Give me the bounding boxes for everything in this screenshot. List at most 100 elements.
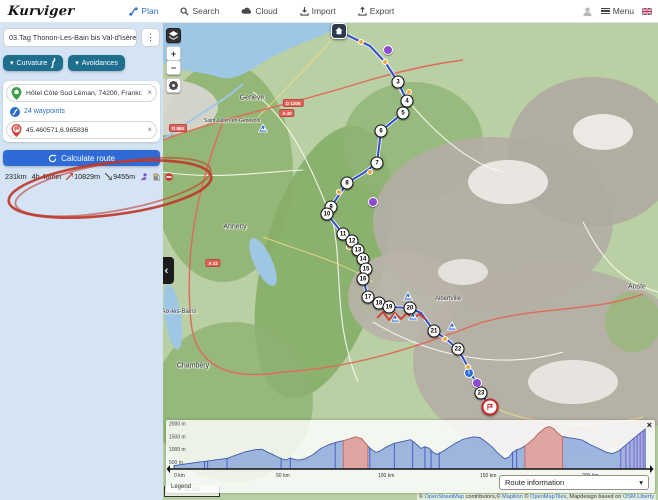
- nav-import-label: Import: [312, 6, 336, 16]
- collapse-panel-button[interactable]: ‹: [163, 257, 174, 284]
- route-information-value: Route information: [505, 478, 564, 487]
- svg-text:1000 m: 1000 m: [169, 447, 186, 453]
- shaping-point-marker[interactable]: [358, 39, 364, 45]
- pass-warning-icon[interactable]: [403, 292, 413, 301]
- calculate-route-button[interactable]: Calculate route: [3, 150, 160, 166]
- nav-search-label: Search: [192, 6, 219, 16]
- map-city-label: Chambéry: [177, 363, 209, 370]
- nav-cloud[interactable]: Cloud: [241, 6, 277, 16]
- shaping-point-marker[interactable]: [465, 364, 471, 370]
- numbered-waypoint-marker[interactable]: 19: [383, 301, 396, 314]
- start-waypoint-field[interactable]: Hôtel Côté Sud Léman, 74200, Frankr... ×: [6, 84, 157, 102]
- route-options-button[interactable]: ⋮: [141, 28, 160, 47]
- attribution-link[interactable]: Mapilion: [502, 494, 523, 500]
- search-icon: [180, 7, 189, 16]
- poi-pin-icon[interactable]: [383, 45, 393, 55]
- svg-text:150 km: 150 km: [480, 473, 496, 479]
- svg-text:50 km: 50 km: [276, 473, 290, 479]
- menu-button[interactable]: Menu: [601, 6, 634, 16]
- avoidances-button[interactable]: ▾ Avoidances: [68, 55, 125, 71]
- zoom-in-button[interactable]: +: [166, 46, 181, 61]
- pass-warning-icon[interactable]: [390, 314, 400, 323]
- start-waypoint-value: Hôtel Côté Sud Léman, 74200, Frankr...: [26, 90, 143, 97]
- close-icon[interactable]: ×: [647, 420, 652, 430]
- nav-plan[interactable]: Plan: [129, 6, 158, 16]
- map-city-label: Aoste: [628, 284, 646, 291]
- attribution-text: contributors,©: [464, 494, 502, 500]
- numbered-waypoint-marker[interactable]: 5: [397, 107, 410, 120]
- shaping-point-marker[interactable]: [442, 336, 448, 342]
- numbered-waypoint-marker[interactable]: 21: [428, 325, 441, 338]
- duration-value: 4h 48min: [32, 172, 62, 181]
- ascent-arrow-icon: [66, 173, 73, 180]
- start-home-pin-icon: [11, 87, 22, 100]
- end-marker[interactable]: [482, 399, 499, 416]
- poi-pin-icon[interactable]: [368, 197, 378, 207]
- numbered-waypoint-marker[interactable]: 3: [392, 76, 405, 89]
- waypoints-route-icon: [10, 107, 20, 117]
- layers-button[interactable]: [166, 28, 181, 43]
- numbered-waypoint-marker[interactable]: 10: [321, 208, 334, 221]
- curvature-button[interactable]: ▾ Curvature: [3, 55, 63, 71]
- svg-text:500 m: 500 m: [169, 460, 183, 466]
- waypoints-card: Hôtel Côté Sud Léman, 74200, Frankr... ×…: [3, 81, 160, 142]
- start-marker[interactable]: [331, 23, 347, 39]
- export-icon: [358, 7, 367, 16]
- elevation-profile-panel[interactable]: 0 km50 km100 km150 km200 km500 m1000 m15…: [166, 420, 655, 493]
- shaping-point-marker[interactable]: [367, 169, 373, 175]
- route-icon: [129, 7, 138, 16]
- collapsed-waypoints-row[interactable]: 24 waypoints: [6, 102, 157, 121]
- pass-warning-icon[interactable]: [447, 322, 457, 331]
- home-icon: [335, 27, 343, 35]
- avoidances-label: Avoidances: [82, 60, 118, 67]
- attribution-link[interactable]: OSM Liberty: [623, 494, 654, 500]
- attribution-link[interactable]: OpenMapTiles: [530, 494, 566, 500]
- calculate-route-label: Calculate route: [61, 154, 115, 163]
- shaping-point-marker[interactable]: [336, 189, 342, 195]
- end-waypoint-field[interactable]: 45.460571,6.965836 ×: [6, 121, 157, 139]
- numbered-waypoint-marker[interactable]: 6: [375, 125, 388, 138]
- road-shield: D 1206: [283, 99, 304, 107]
- nav-export[interactable]: Export: [358, 6, 395, 16]
- end-waypoint-value: 45.460571,6.965836: [26, 127, 143, 134]
- svg-text:2000 m: 2000 m: [169, 422, 186, 428]
- nav-search[interactable]: Search: [180, 6, 219, 16]
- nav-menu: Plan Search Cloud Import Export: [129, 6, 394, 16]
- nav-plan-label: Plan: [141, 6, 158, 16]
- route-stats: 231km 4h 48min 10829m 9455m: [5, 172, 160, 181]
- user-avatar-icon[interactable]: [582, 6, 593, 17]
- descent-arrow-icon: [105, 173, 112, 180]
- chevron-down-icon: ▾: [10, 59, 14, 67]
- pass-warning-icon[interactable]: [258, 124, 268, 133]
- map-settings-button[interactable]: [166, 78, 181, 93]
- ascent-value: 10829m: [74, 172, 100, 181]
- flag-icon: [487, 404, 494, 411]
- numbered-waypoint-marker[interactable]: 7: [371, 157, 384, 170]
- map-attribution: © OpenStreetMap contributors,© Mapilion …: [417, 494, 656, 500]
- cloud-icon: [241, 7, 252, 15]
- language-flag-icon[interactable]: [642, 8, 652, 15]
- shaping-point-marker[interactable]: [382, 59, 388, 65]
- waypoints-count-label: 24 waypoints: [24, 108, 65, 115]
- hamburger-icon: [601, 6, 610, 15]
- legend-label[interactable]: Legend: [171, 484, 191, 490]
- numbered-waypoint-marker[interactable]: 16: [357, 273, 370, 286]
- svg-text:1500 m: 1500 m: [169, 434, 186, 440]
- attribution-link[interactable]: OpenStreetMap: [425, 494, 465, 500]
- zoom-out-button[interactable]: −: [166, 60, 181, 75]
- numbered-waypoint-marker[interactable]: 20: [404, 302, 417, 315]
- menu-label: Menu: [613, 6, 634, 16]
- elevation-chart[interactable]: 0 km50 km100 km150 km200 km500 m1000 m15…: [166, 420, 655, 480]
- remove-start-icon[interactable]: ×: [147, 89, 152, 97]
- remove-end-icon[interactable]: ×: [147, 126, 152, 134]
- import-icon: [300, 7, 309, 16]
- map-city-label: Albertville: [435, 296, 461, 302]
- map-canvas[interactable]: GenèveSaint-Julien-en-GenevoisAnnecyAix-…: [163, 22, 658, 500]
- map-city-label: Genève: [240, 95, 265, 102]
- route-title-input[interactable]: 03.Tag Thonon-Les-Bain bis Val-d'Isère: [3, 28, 137, 47]
- route-information-select[interactable]: Route information ▾: [499, 475, 649, 490]
- numbered-waypoint-marker[interactable]: 8: [341, 177, 354, 190]
- nav-import[interactable]: Import: [300, 6, 336, 16]
- numbered-waypoint-marker[interactable]: 23: [475, 387, 488, 400]
- numbered-waypoint-marker[interactable]: 22: [452, 343, 465, 356]
